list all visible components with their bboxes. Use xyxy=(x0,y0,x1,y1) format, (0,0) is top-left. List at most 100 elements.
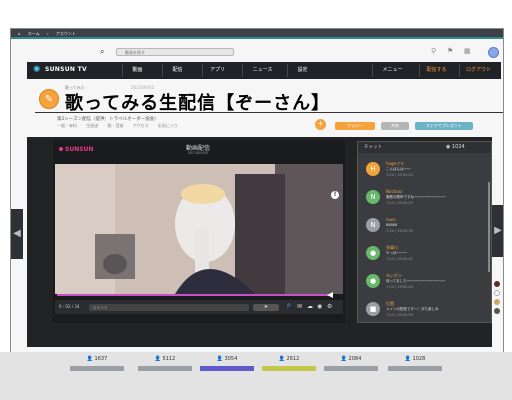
chat-scrollbar[interactable] xyxy=(488,182,490,272)
avatar[interactable]: ● xyxy=(366,246,380,260)
stat-item[interactable]: 👤 1028 xyxy=(388,352,442,371)
nav-start-stream[interactable]: 配信する xyxy=(419,64,453,77)
time-display: 0 : 02 / 34 xyxy=(59,304,80,309)
chat-text: 待ってました〜〜〜〜〜〜〜〜〜〜〜 xyxy=(386,279,446,283)
stats-bar: 👤 1637 👤 5112 👤 3054 👤 2612 👤 2084 👤 1028 xyxy=(0,352,512,400)
chat-panel: チャット ◉ 1024 Hhogeママ こんばんは〜〜 7:24 / 19:52:1… xyxy=(357,141,492,323)
stat-item[interactable]: 👤 5112 xyxy=(138,352,192,371)
stat-bar xyxy=(388,366,442,371)
chat-text: 88888 xyxy=(386,223,398,227)
main-nav: ✺ SUNSUN TV 動画 配信 アプリ ニュース 設定 メニュー 配信する … xyxy=(27,62,501,79)
chat-time: 7:24 / 19:52:25 xyxy=(386,201,413,205)
info-icon[interactable]: ! xyxy=(331,191,339,199)
nav-item-settings[interactable]: 設定 xyxy=(287,64,317,77)
mail-icon[interactable]: ✉ xyxy=(297,303,302,311)
stat-item[interactable]: 👤 1637 xyxy=(70,352,124,371)
chat-message: N Nirchasr 素敵な歌声ですね〜〜〜〜〜〜〜〜〜 7:24 / 19:52:2… xyxy=(364,188,486,210)
nav-item-videos[interactable]: 動画 xyxy=(122,64,152,77)
chat-time: 7:24 / 19:52:45 xyxy=(386,285,413,289)
eye-icon[interactable]: ◉ xyxy=(317,303,322,311)
channel-icon[interactable]: ✎ xyxy=(39,89,59,109)
avatar[interactable]: ● xyxy=(366,274,380,288)
chat-message: ● 多摩川 やっほーーー 7:24 / 19:52:42 xyxy=(364,244,486,266)
gift-button[interactable]: ストアでプレゼント xyxy=(415,122,473,130)
stat-item[interactable]: 👤 3054 xyxy=(200,352,254,371)
avatar[interactable] xyxy=(488,47,499,58)
meta-item: お気に入り xyxy=(157,123,178,128)
lock-icon[interactable]: ⚲ xyxy=(431,47,436,55)
avatar[interactable]: N xyxy=(366,218,380,232)
browser-window: ⌂ ホーム › アカウント ⌕ 動画を探す ⚲ ⚑ ▦ ✺ SUNSUN TV … xyxy=(10,28,504,370)
search-icon[interactable]: ⌕ xyxy=(100,47,104,57)
meta-item: アクセス xyxy=(132,123,149,128)
chat-text: 素敵な歌声ですね〜〜〜〜〜〜〜〜〜 xyxy=(386,195,446,199)
avatar[interactable]: ■ xyxy=(366,302,380,316)
share-button[interactable]: 共有 xyxy=(381,122,409,130)
top-bar: ⌂ ホーム › アカウント xyxy=(11,29,503,39)
chat-message: Nnuco 88888 7:24 / 19:52:30 xyxy=(364,216,486,238)
video-player: SUNSUN 動画配信 2023/09/05 ! 0: 02 / 34 コメン… xyxy=(53,140,345,323)
color-dot[interactable] xyxy=(494,290,500,296)
chat-message: Hhogeママ こんばんは〜〜 7:24 / 19:52:10 xyxy=(364,160,486,182)
nav-logout[interactable]: ログアウト xyxy=(459,64,497,77)
chat-time: 7:24 / 19:52:10 xyxy=(386,173,413,177)
chat-title: チャット xyxy=(364,145,382,150)
meta-item: 歌・音楽 xyxy=(107,123,124,128)
stream-stage: SUNSUN 動画配信 2023/09/05 ! 0: 02 / 34 コメン… xyxy=(27,137,492,347)
stat-value: 2612 xyxy=(286,356,300,362)
topbar-item-account[interactable]: アカウント xyxy=(56,31,76,36)
user-icon: 👤 xyxy=(278,356,287,362)
chat-text: やっほーーー xyxy=(386,251,407,255)
meta-item: 生放送 xyxy=(86,123,99,128)
stat-item[interactable]: 👤 2084 xyxy=(324,352,378,371)
comment-input[interactable]: コメント xyxy=(89,304,249,311)
send-button[interactable]: ➤ xyxy=(253,304,279,311)
user-icon: 👤 xyxy=(340,356,349,362)
stat-value: 2084 xyxy=(348,356,362,362)
avatar[interactable]: H xyxy=(366,162,380,176)
chat-time: 7:24 / 19:52:42 xyxy=(386,257,413,261)
seek-bar[interactable] xyxy=(57,294,329,296)
chat-message: ■ 位置 メインの配信です〜！次も楽しみ 7:24 / 19:52:50 xyxy=(364,300,486,322)
settings-icon[interactable]: ⚙ xyxy=(327,303,332,311)
follow-button[interactable]: フォロー xyxy=(335,122,375,130)
topbar-item-home[interactable]: ホーム xyxy=(28,31,40,36)
home-icon[interactable]: ⌂ xyxy=(18,31,21,36)
p-icon[interactable]: P xyxy=(287,303,291,311)
search-input[interactable]: 動画を探す xyxy=(116,48,234,56)
player-brand: SUNSUN xyxy=(59,146,93,153)
stat-item[interactable]: 👤 2612 xyxy=(262,352,316,371)
cloud-icon[interactable]: ☁ xyxy=(307,303,313,311)
meta-row: 一般 : 有料 生放送 歌・音楽 アクセス お気に入り xyxy=(57,123,186,129)
brand-name[interactable]: SUNSUN TV xyxy=(45,66,87,73)
color-dots xyxy=(494,281,500,317)
flag-icon[interactable]: ⚑ xyxy=(447,47,453,55)
stat-bar xyxy=(70,366,124,371)
stat-value: 1028 xyxy=(412,356,426,362)
prev-arrow-icon[interactable]: ◀ xyxy=(11,209,23,259)
color-dot[interactable] xyxy=(494,281,500,287)
avatar[interactable]: N xyxy=(366,190,380,204)
add-button[interactable]: + xyxy=(315,119,326,130)
stat-value: 1637 xyxy=(94,356,108,362)
chat-text: メインの配信です〜！次も楽しみ xyxy=(386,307,439,311)
user-icon: 👤 xyxy=(404,356,413,362)
viewer-count: ◉ 1024 xyxy=(446,144,465,150)
nav-item-menu[interactable]: メニュー xyxy=(372,64,412,77)
title-divider xyxy=(35,112,503,113)
grid-icon[interactable]: ▦ xyxy=(464,47,471,55)
nav-item-live[interactable]: 配信 xyxy=(162,64,192,77)
chat-header: チャット ◉ 1024 xyxy=(358,142,491,153)
video-frame[interactable]: ! xyxy=(55,164,343,294)
chat-text: こんばんは〜〜 xyxy=(386,167,411,171)
color-dot[interactable] xyxy=(494,299,500,305)
next-arrow-icon[interactable]: ▶ xyxy=(491,205,503,257)
chat-username[interactable]: nuco xyxy=(386,217,396,222)
stat-value: 3054 xyxy=(224,356,238,362)
stat-bar xyxy=(138,366,192,371)
stat-value: 5112 xyxy=(162,356,176,362)
nav-item-news[interactable]: ニュース xyxy=(242,64,282,77)
chat-username[interactable]: Nirchasr xyxy=(386,189,403,194)
nav-item-apps[interactable]: アプリ xyxy=(202,64,232,77)
color-dot[interactable] xyxy=(494,308,500,314)
